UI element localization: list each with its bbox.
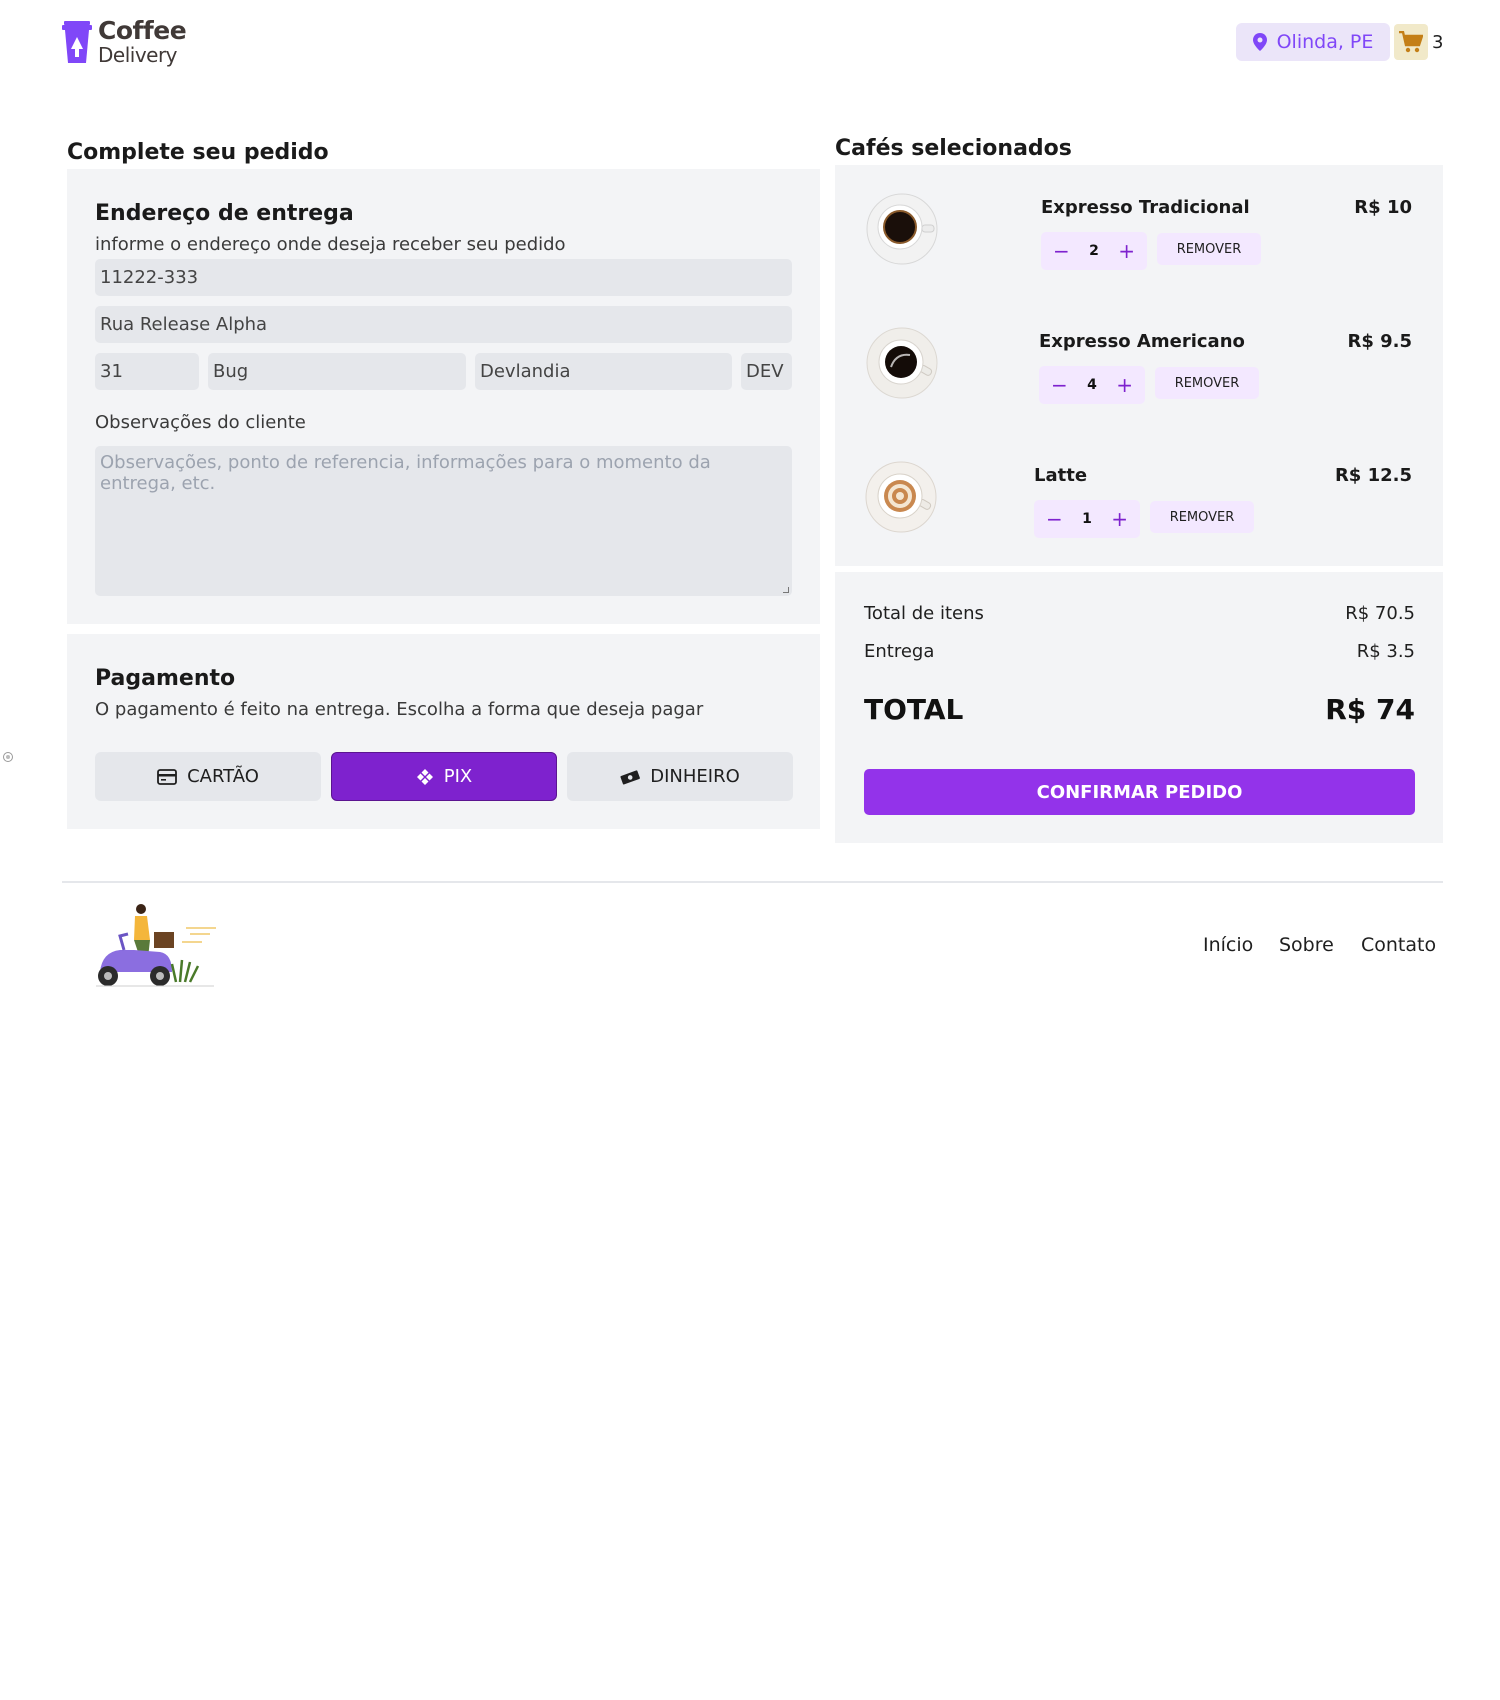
location-text: Olinda, PE (1276, 31, 1374, 53)
footer-link-sobre[interactable]: Sobre (1279, 934, 1334, 956)
minus-icon[interactable]: − (1053, 241, 1070, 261)
coffee-name: Expresso Tradicional (1041, 197, 1250, 218)
quantity-stepper: − 2 + (1041, 232, 1147, 270)
quantity-value: 4 (1087, 377, 1097, 393)
delivery-scooter-illustration (96, 904, 216, 987)
pix-icon (416, 768, 433, 785)
resize-handle-icon[interactable] (783, 587, 789, 593)
grand-total-row: TOTAL R$ 74 (864, 693, 1415, 726)
remove-button[interactable]: REMOVER (1150, 501, 1254, 533)
delivery-label: Entrega (864, 641, 935, 662)
quantity-value: 1 (1082, 511, 1092, 527)
plus-icon[interactable]: + (1116, 375, 1133, 395)
coffee-price: R$ 12.5 (1334, 465, 1412, 486)
footer-link-contato[interactable]: Contato (1361, 934, 1436, 956)
logo-text-delivery: Delivery (98, 43, 178, 67)
payment-pix-label: PIX (443, 766, 473, 787)
address-heading: Endereço de entrega (95, 201, 354, 226)
grand-total-value: R$ 74 (1325, 693, 1415, 726)
quantity-stepper: − 1 + (1034, 500, 1140, 538)
cart-button[interactable] (1394, 24, 1428, 60)
minus-icon[interactable]: − (1046, 509, 1063, 529)
delivery-row: Entrega R$ 3.5 (864, 641, 1415, 662)
coffee-name: Latte (1034, 465, 1088, 486)
remove-button[interactable]: REMOVER (1157, 233, 1261, 265)
address-subtitle: informe o endereço onde deseja receber s… (95, 234, 566, 255)
cep-input[interactable]: 11222-333 (95, 259, 792, 296)
grand-total-label: TOTAL (864, 693, 964, 726)
plus-icon[interactable]: + (1118, 241, 1135, 261)
quantity-stepper: − 4 + (1039, 366, 1145, 404)
coffee-cup-logo-icon (62, 20, 92, 63)
items-total-row: Total de itens R$ 70.5 (864, 603, 1415, 624)
expresso-tradicional-image (866, 193, 938, 265)
coffee-name: Expresso Americano (1039, 331, 1245, 352)
items-total-label: Total de itens (864, 603, 984, 624)
order-title: Complete seu pedido (67, 140, 329, 165)
map-pin-icon (1252, 33, 1267, 51)
payment-subtitle: O pagamento é feito na entrega. Escolha … (95, 699, 704, 720)
notes-textarea[interactable]: Observações, ponto de referencia, inform… (95, 446, 792, 596)
quantity-value: 2 (1089, 243, 1099, 259)
number-input[interactable]: 31 (95, 353, 199, 390)
scroll-indicator-icon (3, 752, 13, 762)
remove-button[interactable]: REMOVER (1155, 367, 1259, 399)
address-panel: Endereço de entrega informe o endereço o… (67, 169, 820, 624)
logo[interactable]: Coffee Delivery (62, 16, 187, 67)
minus-icon[interactable]: − (1051, 375, 1068, 395)
coffee-price: R$ 9.5 (1347, 331, 1412, 352)
payment-cash-label: DINHEIRO (650, 766, 740, 787)
coffee-price: R$ 10 (1354, 197, 1412, 218)
street-input[interactable]: Rua Release Alpha (95, 306, 792, 343)
location-badge[interactable]: Olinda, PE (1236, 23, 1390, 61)
uf-input[interactable]: DEV (741, 353, 792, 390)
notes-label: Observações do cliente (95, 412, 306, 433)
payment-card-button[interactable]: CARTÃO (95, 752, 321, 801)
payment-heading: Pagamento (95, 666, 236, 691)
footer-divider (62, 881, 1443, 883)
items-total-value: R$ 70.5 (1345, 603, 1415, 624)
logo-text-coffee: Coffee (98, 16, 187, 45)
expresso-americano-image (866, 327, 938, 399)
complement-input[interactable]: Bug (208, 353, 466, 390)
money-icon (620, 769, 641, 784)
cart-title: Cafés selecionados (835, 136, 1072, 161)
credit-card-icon (157, 768, 177, 785)
payment-cash-button[interactable]: DINHEIRO (567, 752, 793, 801)
payment-card-label: CARTÃO (187, 766, 259, 787)
shopping-cart-icon (1399, 31, 1423, 53)
confirm-order-button[interactable]: CONFIRMAR PEDIDO (864, 769, 1415, 815)
payment-pix-button[interactable]: PIX (331, 752, 557, 801)
cart-count: 3 (1432, 32, 1444, 53)
latte-image (865, 461, 937, 533)
footer-link-inicio[interactable]: Início (1203, 934, 1253, 956)
city-input[interactable]: Devlandia (475, 353, 732, 390)
delivery-value: R$ 3.5 (1356, 641, 1415, 662)
plus-icon[interactable]: + (1111, 509, 1128, 529)
notes-placeholder: Observações, ponto de referencia, inform… (100, 452, 711, 494)
